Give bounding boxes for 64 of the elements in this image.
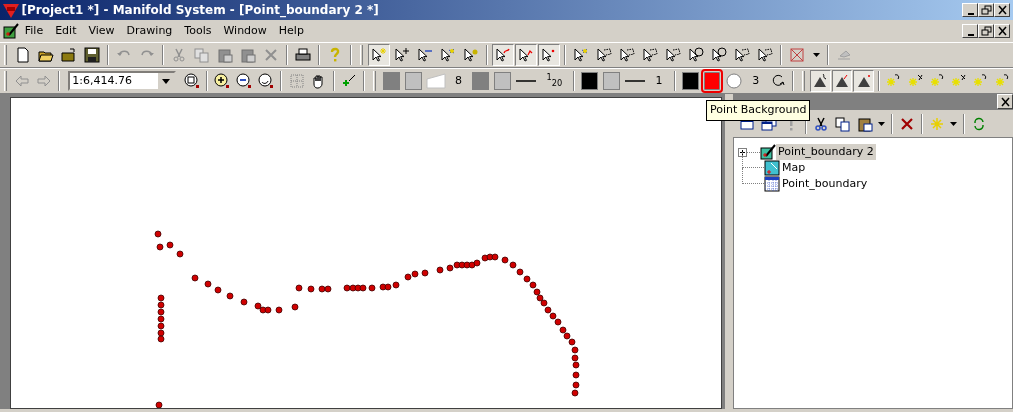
color-swatch[interactable]	[581, 72, 599, 90]
close-icon[interactable]	[996, 26, 1008, 36]
save-icon[interactable]	[84, 47, 100, 63]
color-swatch[interactable]	[383, 72, 401, 90]
restore-icon[interactable]	[980, 26, 992, 36]
close-icon[interactable]	[999, 96, 1011, 107]
menu-item[interactable]: Tools	[178, 20, 218, 42]
select-shape-icon[interactable]	[757, 47, 773, 63]
select-shape-icon[interactable]	[711, 47, 727, 63]
pen-plus-icon[interactable]	[340, 73, 357, 89]
tree-item[interactable]: Map	[780, 159, 808, 177]
circle-icon[interactable]	[725, 73, 742, 89]
copy-icon[interactable]	[834, 115, 851, 132]
star-tool-icon[interactable]	[994, 73, 1011, 89]
select-shape-icon[interactable]	[573, 47, 589, 63]
star-tool-icon[interactable]	[929, 73, 946, 89]
star-tool-icon[interactable]	[951, 73, 968, 89]
style-value: 1	[654, 72, 664, 89]
scale-combo-box[interactable]: 1:6,414.76	[68, 71, 177, 91]
cut-icon[interactable]	[812, 115, 829, 132]
zoom-in-icon[interactable]	[214, 73, 231, 89]
box-cross-icon[interactable]	[789, 47, 805, 63]
style-value: 3	[751, 72, 761, 89]
menu-item[interactable]: View	[82, 20, 121, 42]
select-shape-icon[interactable]	[596, 47, 612, 63]
color-swatch[interactable]	[472, 72, 490, 90]
zoom-out-icon[interactable]	[236, 73, 253, 89]
app-logo-icon	[2, 2, 19, 18]
tree-item[interactable]: Point_boundary 2	[776, 143, 876, 161]
star-tool-icon[interactable]	[907, 73, 924, 89]
delete-icon[interactable]	[898, 115, 915, 132]
select-shape-icon[interactable]	[688, 47, 704, 63]
zoom-extents-icon[interactable]	[183, 73, 200, 89]
drawing-icon[interactable]	[760, 144, 776, 160]
select-shape-icon[interactable]	[619, 47, 635, 63]
paste-icon[interactable]	[856, 115, 873, 132]
window-title: [Project1 *] - Manifold System - [Point_boundary 2 *]	[21, 2, 379, 19]
style-value: 8	[454, 72, 464, 89]
menu-item[interactable]: File	[18, 20, 50, 42]
color-swatch[interactable]	[405, 72, 423, 90]
tree-item[interactable]: Point_boundary	[780, 175, 870, 193]
zoom-previous-icon[interactable]	[257, 73, 274, 89]
color-swatch[interactable]	[494, 72, 511, 90]
menu-item[interactable]: Window	[217, 20, 273, 42]
drawing-doc-icon	[2, 23, 19, 39]
menu-item[interactable]: Help	[272, 20, 310, 42]
color-swatch[interactable]	[603, 72, 621, 90]
select-shape-icon[interactable]	[642, 47, 658, 63]
menu-item[interactable]: Edit	[49, 20, 83, 42]
table-icon[interactable]	[764, 176, 780, 192]
restore-icon[interactable]	[980, 5, 992, 15]
menu-item[interactable]: Drawing	[120, 20, 179, 42]
tooltip: Point Background	[706, 100, 811, 121]
new-document-icon[interactable]	[15, 47, 31, 63]
select-shape-icon[interactable]	[734, 47, 750, 63]
select-shape-icon[interactable]	[665, 47, 681, 63]
close-icon[interactable]	[996, 5, 1008, 15]
print-icon[interactable]	[295, 47, 311, 63]
color-swatch[interactable]	[681, 72, 699, 90]
folder-icon[interactable]	[61, 47, 77, 63]
map-icon[interactable]	[764, 160, 780, 176]
expand-icon[interactable]	[738, 147, 747, 157]
star-icon[interactable]	[928, 115, 945, 132]
color-swatch[interactable]	[703, 72, 721, 90]
